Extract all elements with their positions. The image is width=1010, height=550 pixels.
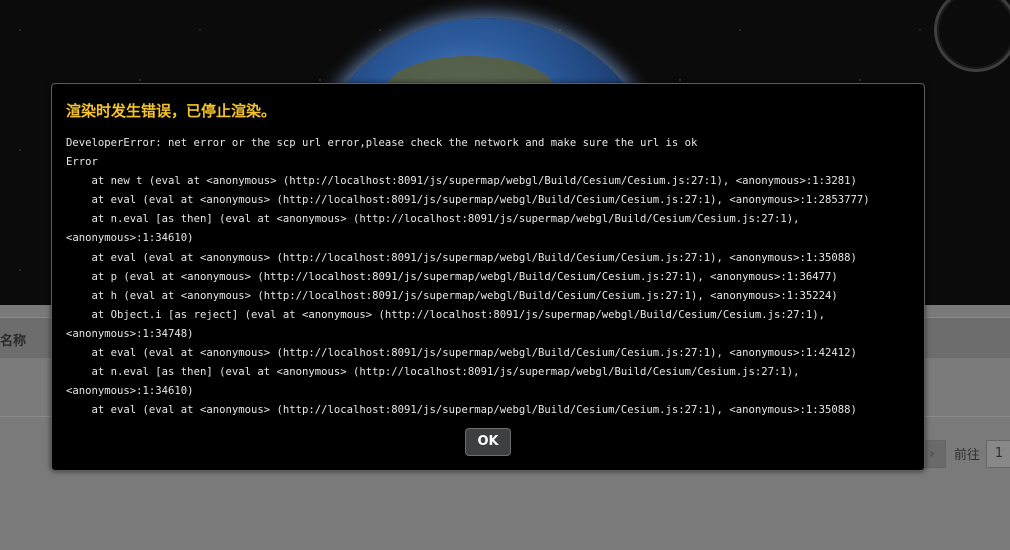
- dialog-title: 渲染时发生错误，已停止渲染。: [66, 102, 277, 120]
- goto-label: 前往: [954, 448, 981, 463]
- error-dialog: 渲染时发生错误，已停止渲染。 DeveloperError: net error…: [51, 83, 925, 471]
- error-message: DeveloperError: net error or the scp url…: [66, 137, 870, 417]
- ok-button[interactable]: OK: [465, 428, 511, 456]
- column-header-name: 名称: [0, 334, 27, 349]
- page-input[interactable]: 1: [986, 440, 1010, 468]
